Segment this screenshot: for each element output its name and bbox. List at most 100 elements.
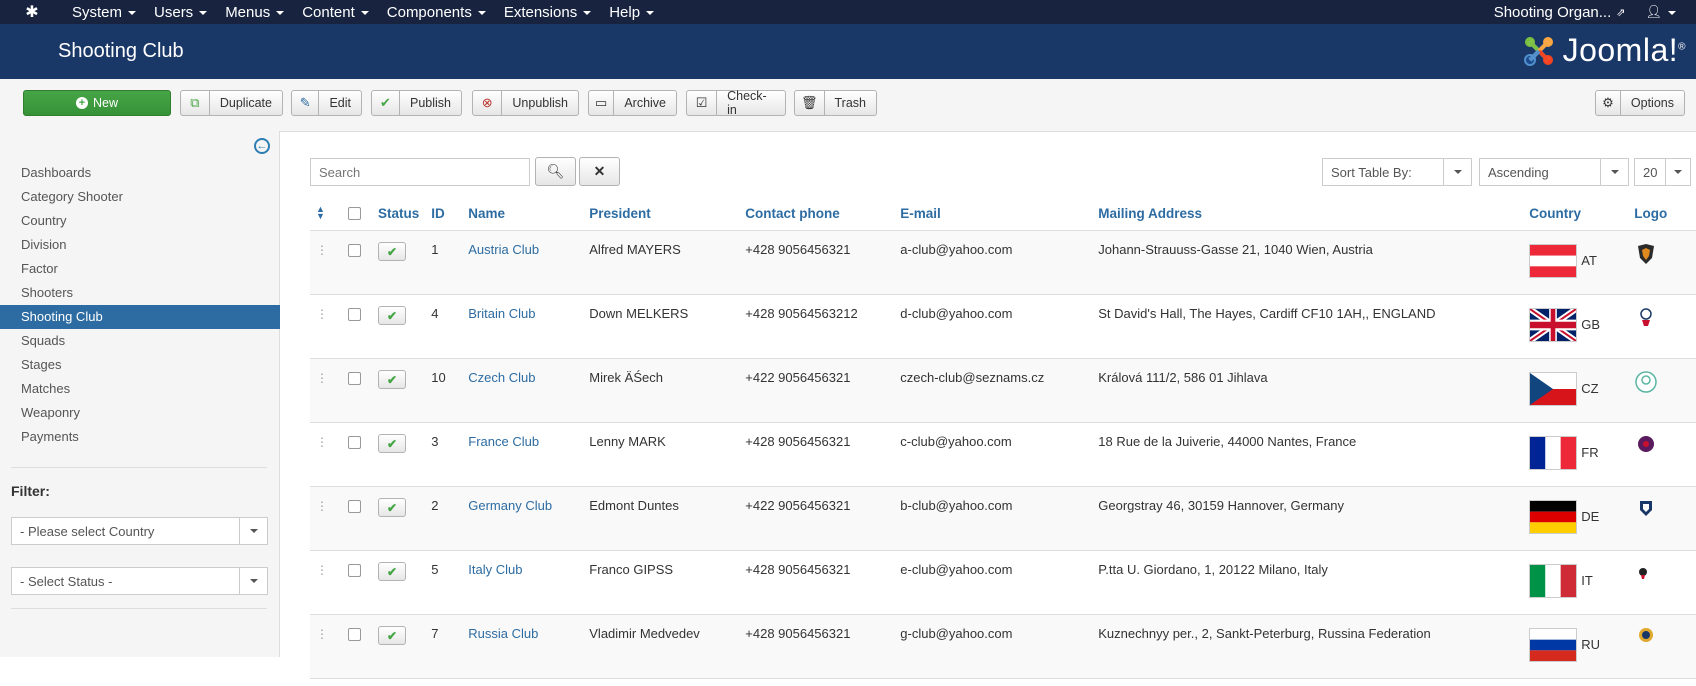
- row-checkbox[interactable]: [348, 500, 361, 513]
- mailing-address-header[interactable]: Mailing Address: [1092, 197, 1524, 231]
- sidebar-item-weaponry[interactable]: Weaponry: [0, 401, 280, 425]
- published-toggle[interactable]: ✔: [378, 370, 406, 389]
- published-toggle[interactable]: ✔: [378, 498, 406, 517]
- sidebar-item-matches[interactable]: Matches: [0, 377, 280, 401]
- sidebar-item-factor[interactable]: Factor: [0, 257, 280, 281]
- country-cell: GB: [1523, 294, 1629, 359]
- clear-button[interactable]: ✕: [579, 157, 620, 186]
- club-name-link[interactable]: Germany Club: [468, 498, 552, 513]
- options-button[interactable]: ⚙ Options: [1595, 90, 1685, 116]
- collapse-sidebar-icon[interactable]: ←: [254, 138, 270, 154]
- country-select[interactable]: - Please select Country: [11, 517, 268, 545]
- menu-content[interactable]: Content: [293, 0, 378, 24]
- row-checkbox[interactable]: [348, 564, 361, 577]
- logo-header[interactable]: Logo: [1628, 197, 1696, 231]
- drag-handle[interactable]: ⋮: [310, 550, 342, 615]
- club-name-link[interactable]: Russia Club: [468, 626, 538, 641]
- new-button-label: New: [92, 96, 118, 110]
- sidebar-item-payments[interactable]: Payments: [0, 425, 280, 449]
- select-all-header[interactable]: [342, 197, 372, 231]
- president-header[interactable]: President: [583, 197, 740, 231]
- ordering-header[interactable]: ▲ ▼: [310, 197, 342, 231]
- menu-extensions[interactable]: Extensions: [495, 0, 600, 24]
- sidebar-item-stages[interactable]: Stages: [0, 353, 280, 377]
- club-name-link[interactable]: Italy Club: [468, 562, 522, 577]
- select-all-checkbox[interactable]: [348, 206, 361, 220]
- published-toggle[interactable]: ✔: [378, 306, 406, 325]
- drag-handle[interactable]: ⋮: [310, 358, 342, 423]
- contact-phone-header[interactable]: Contact phone: [739, 197, 895, 231]
- duplicate-button[interactable]: ⧉ Duplicate: [180, 90, 283, 116]
- order-value: Ascending: [1488, 164, 1549, 180]
- sidebar-item-squads[interactable]: Squads: [0, 329, 280, 353]
- sidebar-item-shooting-club[interactable]: Shooting Club: [0, 305, 280, 329]
- drag-handle[interactable]: ⋮: [310, 486, 342, 551]
- caret-down-icon: [249, 579, 258, 583]
- trash-button[interactable]: 🗑︎ Trash: [794, 90, 877, 116]
- row-checkbox[interactable]: [348, 436, 361, 449]
- status-header[interactable]: Status: [372, 197, 426, 231]
- email-header[interactable]: E-mail: [894, 197, 1093, 231]
- club-name-link[interactable]: France Club: [468, 434, 539, 449]
- published-toggle[interactable]: ✔: [378, 242, 406, 261]
- check-icon: ✔: [386, 564, 398, 579]
- drag-handle[interactable]: ⋮: [310, 294, 342, 359]
- menu-help[interactable]: Help: [600, 0, 663, 24]
- menu-users[interactable]: Users: [145, 0, 216, 24]
- status-cell: ✔: [372, 422, 426, 487]
- club-name-link[interactable]: Britain Club: [468, 306, 535, 321]
- club-name-link[interactable]: Austria Club: [468, 242, 539, 257]
- publish-button[interactable]: ✔ Publish: [371, 90, 462, 116]
- drag-handle[interactable]: ⋮: [310, 422, 342, 487]
- drag-handle[interactable]: ⋮: [310, 614, 342, 679]
- edit-icon: ✎: [292, 91, 320, 115]
- menu-system[interactable]: System: [63, 0, 145, 24]
- row-checkbox[interactable]: [348, 308, 361, 321]
- site-link[interactable]: Shooting Organ... ⇗: [1482, 4, 1638, 21]
- phone-cell: +422 9056456321: [739, 486, 895, 551]
- new-button[interactable]: + New: [23, 90, 171, 116]
- country-cell: AT: [1523, 230, 1629, 295]
- menu-components[interactable]: Components: [378, 0, 495, 24]
- id-header[interactable]: ID: [425, 197, 463, 231]
- country-header[interactable]: Country: [1523, 197, 1629, 231]
- president-cell: Edmont Duntes: [583, 486, 740, 551]
- logo-cell: [1628, 358, 1696, 423]
- caret-down-icon: [583, 11, 592, 15]
- country-code: CZ: [1581, 380, 1599, 396]
- search-button[interactable]: 🔍︎: [535, 157, 576, 186]
- order-select[interactable]: Ascending: [1479, 158, 1629, 186]
- menu-menus[interactable]: Menus: [216, 0, 293, 24]
- filter-label: Filter:: [11, 483, 50, 499]
- published-toggle[interactable]: ✔: [378, 626, 406, 645]
- chevron-down-icon: [1600, 159, 1628, 185]
- name-header[interactable]: Name: [462, 197, 584, 231]
- sidebar-item-country[interactable]: Country: [0, 209, 280, 233]
- user-menu[interactable]: 👤︎: [1637, 4, 1696, 20]
- sort-table-select[interactable]: Sort Table By:: [1322, 158, 1472, 186]
- checkin-button[interactable]: ☑ Check-in: [686, 89, 786, 117]
- menu-label: Menus: [225, 3, 271, 21]
- published-toggle[interactable]: ✔: [378, 562, 406, 581]
- sidebar-divider: [11, 608, 267, 609]
- row-checkbox[interactable]: [348, 244, 361, 257]
- row-checkbox[interactable]: [348, 628, 361, 641]
- drag-handle[interactable]: ⋮: [310, 230, 342, 295]
- archive-button[interactable]: ▭ Archive: [588, 90, 677, 116]
- row-checkbox[interactable]: [348, 372, 361, 385]
- sidebar-item-dashboards[interactable]: Dashboards: [0, 161, 280, 185]
- limit-value: 20: [1643, 164, 1658, 180]
- sidebar-item-division[interactable]: Division: [0, 233, 280, 257]
- published-toggle[interactable]: ✔: [378, 434, 406, 453]
- joomla-menu-icon[interactable]: ✱: [17, 0, 47, 24]
- unpublish-button[interactable]: ⊗ Unpublish: [472, 90, 579, 116]
- caret-down-icon: [199, 11, 208, 15]
- club-name-link[interactable]: Czech Club: [468, 370, 535, 385]
- limit-select[interactable]: 20: [1634, 158, 1691, 186]
- sidebar-item-shooters[interactable]: Shooters: [0, 281, 280, 305]
- edit-button[interactable]: ✎ Edit: [291, 90, 362, 116]
- status-select[interactable]: - Select Status -: [11, 567, 268, 595]
- sidebar-item-category-shooter[interactable]: Category Shooter: [0, 185, 280, 209]
- search-input[interactable]: [310, 158, 530, 186]
- menu-label: Content: [302, 3, 355, 21]
